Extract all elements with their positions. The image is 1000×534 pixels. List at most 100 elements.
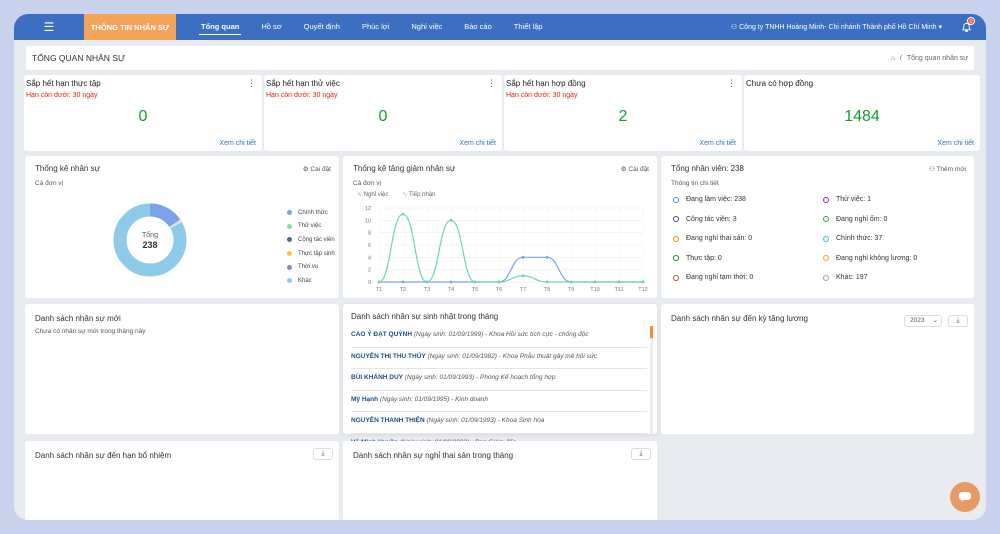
caret-down-icon: ▾: [936, 24, 942, 31]
download-button[interactable]: ⤓: [948, 315, 968, 327]
main-nav: Tổng quan Hồ sơ Quyết định Phúc lợi Nghỉ…: [190, 14, 554, 40]
employee-dept: - Phòng Kế hoạch tổng hợp: [476, 374, 556, 381]
series-point: [521, 274, 525, 278]
staff-status-item: Đang nghỉ thai sản: 0: [673, 235, 752, 242]
scrollbar-thumb[interactable]: [650, 326, 653, 338]
more-icon[interactable]: ⋮: [247, 78, 256, 89]
birthday-list[interactable]: CAO Ý ĐẠT QUỲNH (Ngày sinh: 01/09/1999) …: [351, 326, 647, 455]
nav-nghi-viec[interactable]: Nghỉ việc: [400, 14, 453, 40]
birthday-item[interactable]: CAO Ý ĐẠT QUỲNH (Ngày sinh: 01/09/1999) …: [351, 326, 647, 348]
download-icon: ⤓: [639, 450, 643, 457]
birthday-panel: Danh sách nhân sự sinh nhật trong tháng …: [343, 304, 657, 455]
legend-item: ∿ Nghỉ việc: [357, 191, 388, 198]
chat-icon: [959, 492, 971, 502]
birthday-item[interactable]: BÙI KHÁNH DUY (Ngày sinh: 01/09/1993) - …: [351, 369, 647, 391]
settings-button[interactable]: ⚙ Cài đặt: [303, 165, 331, 173]
hamburger-menu-icon[interactable]: ☰: [14, 20, 84, 34]
chevron-down-icon: ⌄: [932, 317, 938, 324]
more-icon[interactable]: ⋮: [727, 78, 736, 89]
legend-item: Thử việc: [287, 220, 335, 234]
nav-quyet-dinh[interactable]: Quyết định: [293, 14, 351, 40]
employee-dob: (Ngày sinh: 01/09/1995): [379, 395, 450, 403]
panel-title: Thống kê nhân sự: [35, 164, 100, 173]
staff-status-item: Đang nghỉ ốm: 0: [823, 216, 887, 223]
series-point: [497, 280, 501, 284]
nav-bao-cao[interactable]: Báo cáo: [453, 14, 503, 40]
status-label: Khác: 197: [836, 274, 868, 281]
birthday-item[interactable]: NGUYỄN THANH THIỆN (Ngày sinh: 01/09/199…: [351, 412, 647, 434]
x-tick-label: T3: [424, 287, 430, 293]
staff-change-panel: Thống kê tăng giảm nhân sự ⚙ Cài đặt Cả …: [343, 156, 657, 298]
stat-title: Chưa có hợp đồng: [746, 79, 814, 88]
staff-status-item: Chính thức: 37: [823, 235, 882, 242]
nav-phuc-loi[interactable]: Phúc lợi: [351, 14, 400, 40]
company-selector[interactable]: ⚇ Công ty TNHH Hoàng Minh- Chi nhánh Thà…: [731, 23, 942, 31]
maternity-panel: Danh sách nhân sự nghỉ thai sản trong th…: [343, 441, 657, 520]
settings-label: Cài đặt: [310, 166, 331, 173]
series-point: [449, 280, 453, 284]
module-brand[interactable]: THÔNG TIN NHÂN SỰ: [84, 14, 176, 40]
view-detail-link[interactable]: Xem chi tiết: [459, 140, 496, 147]
employee-name: Mỹ Hạnh: [351, 395, 379, 403]
download-button[interactable]: ⤓: [631, 448, 651, 460]
status-ring-icon: [673, 235, 679, 242]
status-label: Công tác viên: 3: [686, 215, 737, 223]
x-tick-label: T7: [520, 287, 526, 293]
stat-card-contract: Sắp hết hạn hợp đồng ⋮ Hạn còn dưới: 30 …: [504, 75, 742, 151]
breadcrumb: ⌂ / Tổng quan nhân sự: [891, 55, 968, 62]
employee-dob: (Ngày sinh: 01/09/1982): [427, 352, 497, 360]
stat-value: 0: [138, 108, 148, 125]
legend-dot: [287, 210, 292, 216]
appointment-panel: Danh sách nhân sự đến hạn bổ nhiệm ⤓: [25, 441, 339, 520]
line-chart: 0 2 4 6 8 10 12 T1 T2 T3 T4 T5 T6 T7 T8 T9 T10 T11 T12: [365, 206, 648, 293]
chat-button[interactable]: [950, 482, 980, 512]
status-ring-icon: [673, 196, 679, 203]
birthday-item[interactable]: NGUYỄN THỊ THU THỦY (Ngày sinh: 01/09/19…: [351, 348, 647, 369]
donut-legend: Chính thức Thử việc Cộng tác viên Thực t…: [287, 206, 335, 288]
status-label: Đang nghỉ ốm: 0: [836, 215, 888, 223]
status-ring-icon: [673, 216, 679, 222]
legend-label: Cộng tác viên: [298, 236, 335, 243]
nav-thiet-lap[interactable]: Thiết lập: [503, 14, 554, 40]
series-point: [545, 255, 549, 259]
notification-button[interactable]: 0: [954, 14, 978, 40]
staff-status-item: Công tác viên: 3: [673, 216, 737, 223]
nav-tong-quan[interactable]: Tổng quan: [190, 14, 250, 40]
employee-dept: - Khoa Phẫu thuật gây mê hồi sức: [498, 352, 598, 360]
status-ring-icon: [823, 216, 829, 222]
panel-title: Danh sách nhân sự sinh nhật trong tháng: [351, 312, 499, 321]
series-point: [569, 280, 573, 284]
home-icon[interactable]: ⌂: [891, 55, 895, 62]
nav-ho-so[interactable]: Hồ sơ: [250, 14, 292, 40]
status-ring-icon: [823, 235, 829, 242]
x-tick-label: T9: [568, 287, 574, 293]
view-detail-link[interactable]: Xem chi tiết: [699, 140, 736, 147]
stat-subtitle: Hạn còn dưới: 30 ngày: [26, 92, 98, 99]
status-label: Chính thức: 37: [836, 235, 883, 242]
unit-label: Cả đơn vị: [35, 180, 64, 187]
more-icon[interactable]: ⋮: [487, 78, 496, 89]
y-tick-label: 2: [368, 268, 371, 274]
donut-chart: Tổng 238: [113, 203, 187, 277]
x-tick-label: T5: [472, 287, 478, 293]
scrollbar[interactable]: [650, 326, 653, 434]
y-tick-label: 4: [368, 255, 371, 261]
y-tick-label: 0: [368, 280, 371, 286]
y-tick-label: 8: [368, 231, 371, 237]
x-tick-label: T11: [614, 287, 623, 293]
stat-title: Sắp hết hạn thực tập: [26, 79, 101, 88]
view-detail-link[interactable]: Xem chi tiết: [937, 140, 974, 147]
employee-dept: - Kinh doanh: [451, 395, 488, 403]
year-value: 2023: [910, 317, 925, 324]
download-button[interactable]: ⤓: [313, 448, 333, 460]
add-new-button[interactable]: ⚇ Thêm mới: [929, 165, 966, 173]
birthday-item[interactable]: Mỹ Hạnh (Ngày sinh: 01/09/1995) - Kinh d…: [351, 391, 647, 412]
status-label: Đang nghỉ không lương: 0: [836, 254, 918, 262]
x-tick-label: T10: [590, 287, 599, 293]
year-select[interactable]: 2023 ⌄: [904, 315, 942, 327]
stat-card-intern: Sắp hết hạn thực tập ⋮ Hạn còn dưới: 30 …: [24, 75, 262, 151]
settings-button[interactable]: ⚙ Cài đặt: [621, 165, 649, 173]
legend-label: Thời vụ: [298, 264, 319, 271]
view-detail-link[interactable]: Xem chi tiết: [219, 140, 256, 147]
panel-title: Danh sách nhân sự nghỉ thai sản trong th…: [353, 451, 514, 460]
